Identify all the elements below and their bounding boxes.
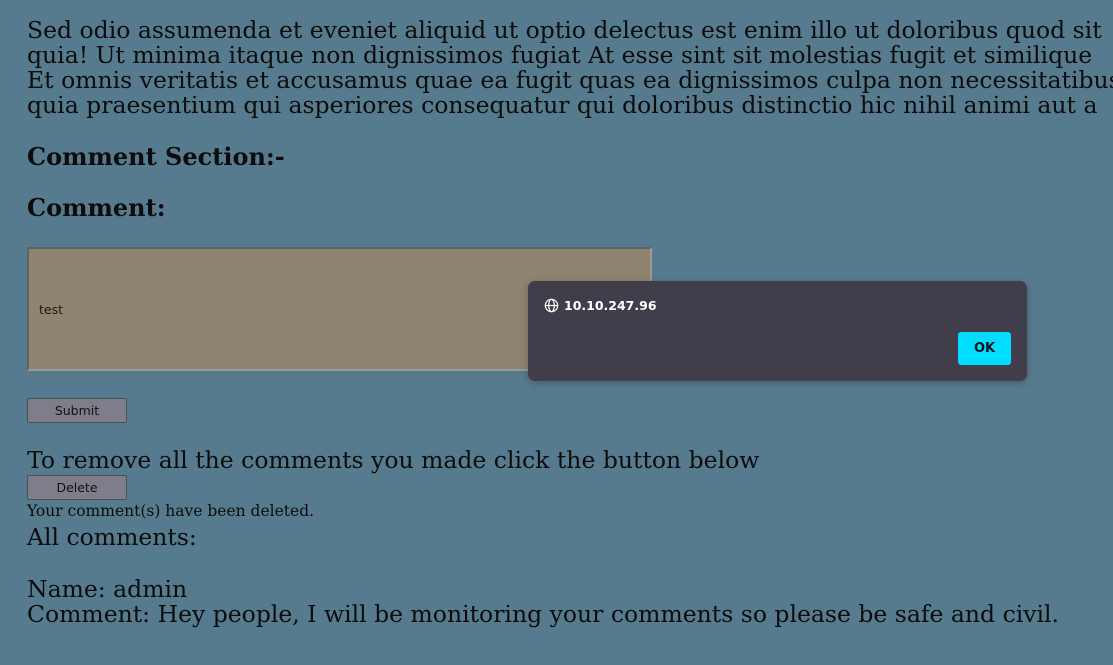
alert-dialog: 10.10.247.96 OK <box>528 281 1027 381</box>
comment-entry-name: Name: admin <box>27 575 188 603</box>
intro-line: quia! Ut minima itaque non dignissimos f… <box>27 41 1093 69</box>
dialog-origin-text: 10.10.247.96 <box>564 298 657 313</box>
ok-button[interactable]: OK <box>958 332 1011 365</box>
comment-entry-text: Comment: Hey people, I will be monitorin… <box>27 600 1060 628</box>
comment-textarea-value: test <box>39 302 64 317</box>
globe-icon <box>544 298 559 313</box>
dialog-origin: 10.10.247.96 <box>544 298 657 313</box>
deleted-status-message: Your comment(s) have been deleted. <box>27 502 315 520</box>
remove-instructions: To remove all the comments you made clic… <box>27 446 760 474</box>
comment-section-heading: Comment Section:- <box>27 142 285 171</box>
comment-heading: Comment: <box>27 193 166 222</box>
all-comments-heading: All comments: <box>27 523 197 551</box>
intro-line: quia praesentium qui asperiores consequa… <box>27 91 1098 119</box>
delete-button[interactable]: Delete <box>27 475 127 500</box>
intro-line: Sed odio assumenda et eveniet aliquid ut… <box>27 16 1102 44</box>
submit-button[interactable]: Submit <box>27 398 127 423</box>
intro-paragraph: Sed odio assumenda et eveniet aliquid ut… <box>27 18 1113 118</box>
intro-line: Et omnis veritatis et accusamus quae ea … <box>27 66 1113 94</box>
